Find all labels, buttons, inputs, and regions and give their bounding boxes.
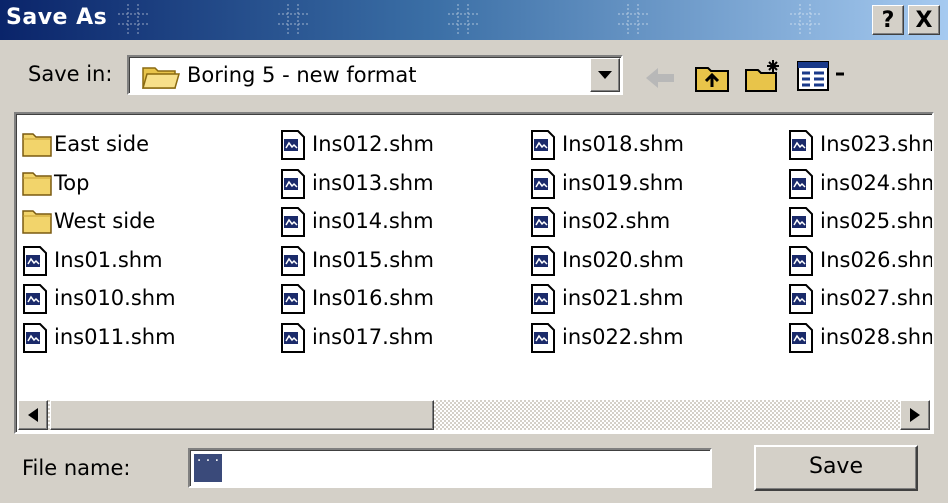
shm-file-icon xyxy=(788,322,818,353)
list-item[interactable]: Ins012.shm xyxy=(280,128,540,167)
chevron-down-icon xyxy=(598,71,612,79)
shm-file-icon xyxy=(280,130,310,160)
list-item[interactable]: Ins016.shm xyxy=(280,282,540,321)
save-in-label: Save in: xyxy=(28,62,113,86)
list-item[interactable]: ins017.shm xyxy=(280,321,540,360)
file-name-input[interactable]: · · · xyxy=(188,448,712,488)
file-column: Ins018.shm ins019.shm ins02.shm Ins020.s… xyxy=(530,128,790,359)
shm-file-icon xyxy=(788,130,818,160)
list-item[interactable]: Ins023.shm xyxy=(788,128,932,167)
list-item[interactable]: Top xyxy=(22,167,282,206)
shm-file-icon xyxy=(530,130,560,160)
scrollbar-thumb[interactable] xyxy=(50,400,434,430)
list-item[interactable]: Ins026.shm xyxy=(788,244,932,283)
list-item[interactable]: ins011.shm xyxy=(22,321,282,360)
list-item[interactable]: ins021.shm xyxy=(530,282,790,321)
save-button[interactable]: Save xyxy=(754,445,918,491)
text-selection: · · · xyxy=(194,454,222,482)
list-item[interactable]: ins027.shm xyxy=(788,282,932,321)
shm-file-icon xyxy=(788,284,818,314)
file-list[interactable]: East side Top West side Ins01.shm ins010… xyxy=(14,112,934,434)
list-item[interactable]: Ins020.shm xyxy=(530,244,790,283)
shm-file-icon xyxy=(22,322,52,353)
shm-file-icon xyxy=(22,284,52,314)
shm-file-icon xyxy=(280,207,310,237)
list-item[interactable]: ins013.shm xyxy=(280,167,540,206)
arrow-right-icon xyxy=(910,408,920,422)
shm-file-icon xyxy=(530,322,560,353)
file-column: Ins023.shm ins024.shm ins025.shm Ins026.… xyxy=(788,128,932,360)
up-folder-icon[interactable] xyxy=(694,60,730,94)
arrow-left-icon xyxy=(28,408,38,422)
title-decoration xyxy=(278,4,308,34)
title-decoration xyxy=(448,4,478,34)
help-icon: ? xyxy=(881,8,895,33)
shm-file-icon xyxy=(788,168,818,199)
close-icon: X xyxy=(915,8,933,33)
scroll-left-button[interactable] xyxy=(18,400,48,430)
shm-file-icon xyxy=(530,245,560,276)
close-button[interactable]: X xyxy=(908,5,940,35)
save-in-combobox[interactable]: Boring 5 - new format xyxy=(127,55,623,95)
title-decoration xyxy=(118,4,148,34)
file-column: Ins012.shm ins013.shm ins014.shm Ins015.… xyxy=(280,128,540,359)
shm-file-icon xyxy=(530,284,560,314)
list-item[interactable]: ins014.shm xyxy=(280,205,540,244)
title-decoration xyxy=(618,4,648,34)
folder-icon xyxy=(22,130,52,160)
shm-file-icon xyxy=(280,322,310,353)
shm-file-icon xyxy=(530,207,560,237)
title-decoration xyxy=(790,4,820,34)
shm-file-icon xyxy=(22,245,52,276)
list-item[interactable]: Ins018.shm xyxy=(530,128,790,167)
folder-icon xyxy=(22,207,52,237)
shm-file-icon xyxy=(280,168,310,199)
list-item[interactable]: East side xyxy=(22,128,282,167)
shm-file-icon xyxy=(280,284,310,314)
folder-icon xyxy=(22,169,52,199)
shm-file-icon xyxy=(530,168,560,199)
list-item[interactable]: Ins015.shm xyxy=(280,244,540,283)
shm-file-icon xyxy=(788,245,818,276)
file-column: East side Top West side Ins01.shm ins010… xyxy=(22,128,282,359)
window-title: Save As xyxy=(6,5,108,30)
shm-file-icon xyxy=(788,207,818,237)
save-in-dropdown-button[interactable] xyxy=(590,58,620,92)
shm-file-icon xyxy=(280,245,310,276)
list-item[interactable]: ins022.shm xyxy=(530,321,790,360)
horizontal-scrollbar[interactable] xyxy=(18,400,930,430)
scroll-right-button[interactable] xyxy=(900,400,930,430)
new-folder-icon[interactable] xyxy=(744,58,782,94)
open-folder-icon xyxy=(142,67,180,89)
save-in-value: Boring 5 - new format xyxy=(187,63,417,87)
help-button[interactable]: ? xyxy=(872,5,904,35)
file-name-label: File name: xyxy=(22,456,131,480)
list-item[interactable]: ins02.shm xyxy=(530,205,790,244)
list-item[interactable]: ins025.shm xyxy=(788,205,932,244)
list-item[interactable]: ins028.shm xyxy=(788,321,932,360)
list-item[interactable]: Ins01.shm xyxy=(22,244,282,283)
title-bar[interactable]: Save As ? X xyxy=(0,0,948,40)
back-arrow-icon[interactable] xyxy=(642,64,678,92)
list-item[interactable]: ins024.shm xyxy=(788,167,932,206)
view-menu-icon[interactable] xyxy=(796,60,848,92)
list-item[interactable]: West side xyxy=(22,205,282,244)
list-item[interactable]: ins010.shm xyxy=(22,282,282,321)
list-item[interactable]: ins019.shm xyxy=(530,167,790,206)
